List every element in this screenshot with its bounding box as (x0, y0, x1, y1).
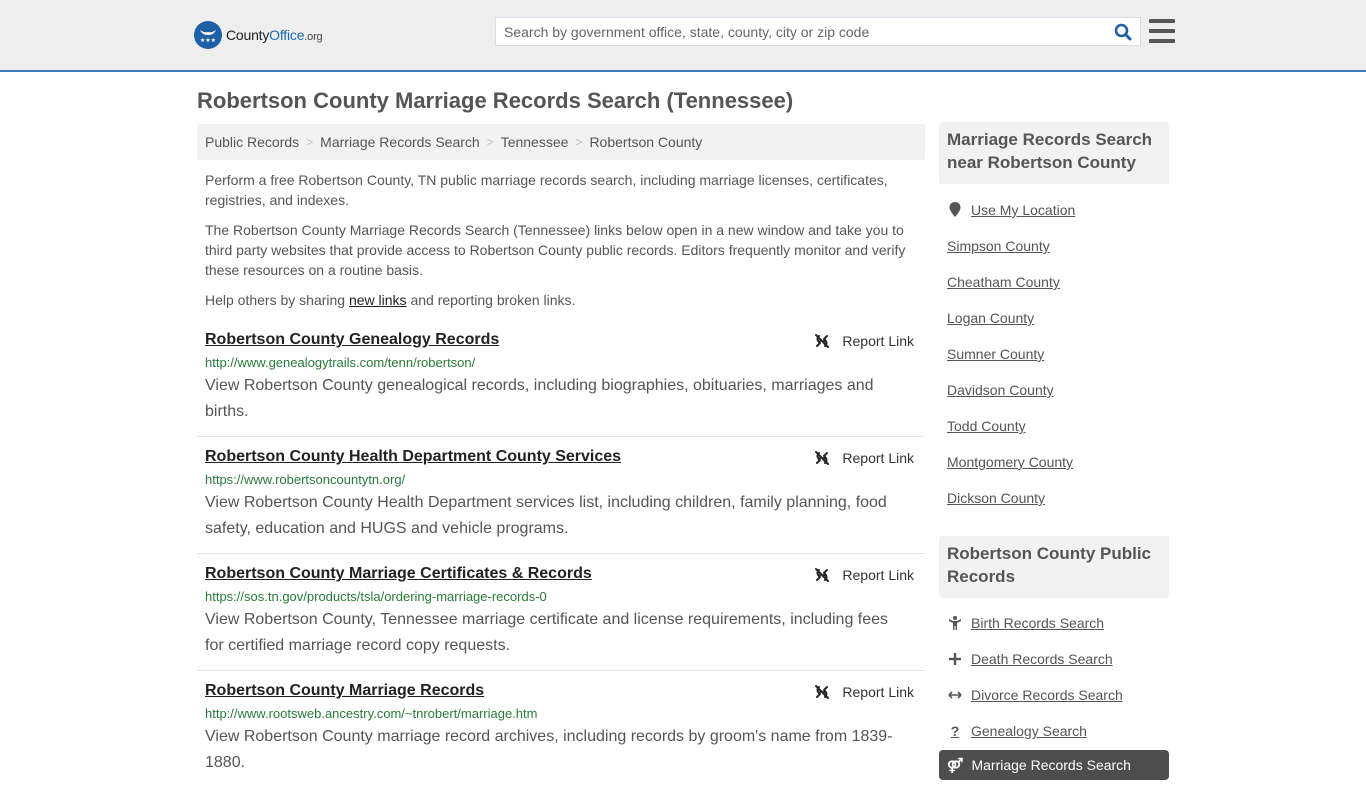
report-link-button[interactable]: Report Link (814, 450, 914, 466)
search-button[interactable] (1106, 18, 1140, 45)
nearby-county-link[interactable]: Montgomery County (947, 454, 1073, 470)
result-item: Robertson County Genealogy Records http:… (197, 326, 925, 437)
help-text: Help others by sharing (205, 292, 349, 308)
divorce-records-link[interactable]: Divorce Records Search (947, 687, 1123, 703)
page-title: Robertson County Marriage Records Search… (197, 88, 794, 113)
eagle-logo-icon: ★★★ (194, 21, 222, 49)
map-marker-icon (947, 202, 963, 218)
report-link-button[interactable]: Report Link (814, 333, 914, 349)
result-description: View Robertson County Health Department … (205, 494, 887, 537)
result-description: View Robertson County, Tennessee marriag… (205, 611, 889, 654)
genealogy-search-link[interactable]: ? Genealogy Search (947, 723, 1087, 739)
breadcrumb-separator: > (575, 135, 583, 149)
marriage-records-active-item[interactable]: ⚤ Marriage Records Search (939, 750, 1169, 780)
arrows-horizontal-icon (947, 690, 963, 700)
result-url[interactable]: https://sos.tn.gov/products/tsla/orderin… (205, 588, 925, 606)
report-link-label: Report Link (842, 684, 914, 700)
intro-paragraph: Perform a free Robertson County, TN publ… (205, 172, 888, 208)
report-link-button[interactable]: Report Link (814, 684, 914, 700)
result-item: Robertson County Marriage Certificates &… (197, 560, 925, 671)
hamburger-menu-icon[interactable] (1149, 19, 1175, 43)
nearby-county-link[interactable]: Davidson County (947, 382, 1054, 398)
breadcrumb-marriage-records-search[interactable]: Marriage Records Search (320, 134, 480, 150)
result-url[interactable]: http://www.rootsweb.ancestry.com/~tnrobe… (205, 705, 925, 723)
genealogy-search-label: Genealogy Search (971, 723, 1087, 739)
use-my-location-label: Use My Location (971, 202, 1076, 218)
broken-link-icon (815, 334, 830, 348)
report-link-button[interactable]: Report Link (814, 567, 914, 583)
marriage-symbol-icon: ⚤ (947, 756, 964, 773)
site-logo[interactable]: ★★★ CountyOffice.org (194, 21, 323, 49)
birth-records-link[interactable]: Birth Records Search (947, 615, 1104, 631)
new-links-link[interactable]: new links (349, 292, 407, 308)
report-link-label: Report Link (842, 450, 914, 466)
svg-text:★★★: ★★★ (200, 37, 216, 44)
nearby-county-link[interactable]: Sumner County (947, 346, 1044, 362)
broken-link-icon (815, 568, 830, 582)
breadcrumb-separator: > (486, 135, 494, 149)
broken-link-icon (815, 685, 830, 699)
question-icon: ? (950, 723, 960, 739)
logo-wordmark: CountyOffice.org (226, 27, 323, 43)
nearby-heading: Marriage Records Search near Robertson C… (939, 122, 1169, 184)
nearby-county-link[interactable]: Simpson County (947, 238, 1050, 254)
site-header: ★★★ CountyOffice.org (0, 0, 1366, 72)
use-my-location-link[interactable]: Use My Location (947, 202, 1075, 218)
plus-icon (947, 653, 963, 665)
birth-records-label: Birth Records Search (971, 615, 1105, 631)
result-description: View Robertson County genealogical recor… (205, 377, 874, 420)
search-input[interactable] (496, 18, 1106, 45)
marriage-records-label: Marriage Records Search (971, 757, 1131, 773)
report-link-label: Report Link (842, 333, 914, 349)
child-icon (947, 616, 963, 630)
result-item: Robertson County Marriage Records http:/… (197, 677, 925, 788)
breadcrumb-robertson-county[interactable]: Robertson County (589, 134, 702, 150)
broken-link-icon (815, 451, 830, 465)
death-records-link[interactable]: Death Records Search (947, 651, 1113, 667)
help-text-end: and reporting broken links. (406, 292, 576, 308)
nearby-county-link[interactable]: Dickson County (947, 490, 1045, 506)
nearby-county-link[interactable]: Logan County (947, 310, 1034, 326)
public-records-heading: Robertson County Public Records (939, 536, 1169, 598)
breadcrumb: Public Records > Marriage Records Search… (197, 124, 925, 160)
report-link-label: Report Link (842, 567, 914, 583)
result-description: View Robertson County marriage record ar… (205, 728, 893, 771)
search-icon (1114, 23, 1132, 40)
result-url[interactable]: http://www.genealogytrails.com/tenn/robe… (205, 354, 925, 372)
result-url[interactable]: https://www.robertsoncountytn.org/ (205, 471, 925, 489)
death-records-label: Death Records Search (971, 651, 1113, 667)
search-bar (495, 17, 1141, 46)
breadcrumb-separator: > (306, 135, 314, 149)
result-item: Robertson County Health Department Count… (197, 443, 925, 554)
divorce-records-label: Divorce Records Search (971, 687, 1123, 703)
nearby-county-link[interactable]: Cheatham County (947, 274, 1060, 290)
help-paragraph: Help others by sharing new links and rep… (205, 290, 917, 310)
nearby-county-link[interactable]: Todd County (947, 418, 1026, 434)
breadcrumb-public-records[interactable]: Public Records (205, 134, 299, 150)
disclaimer-paragraph: The Robertson County Marriage Records Se… (205, 222, 906, 278)
breadcrumb-tennessee[interactable]: Tennessee (501, 134, 569, 150)
